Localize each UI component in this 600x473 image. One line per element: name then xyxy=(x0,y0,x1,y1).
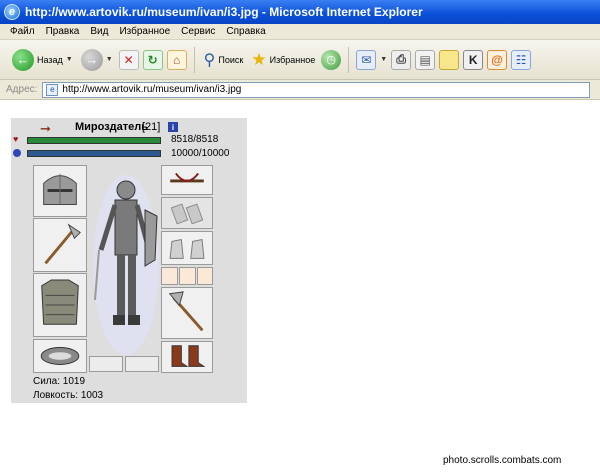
boots-icon xyxy=(171,345,206,367)
address-input[interactable]: e http://www.artovik.ru/museum/ivan/i3.j… xyxy=(42,81,590,98)
star-icon: ★ xyxy=(251,49,267,69)
character-panel: ➞ Мироздатель [21] i ♥ 8518/8518 10000/1… xyxy=(11,118,247,403)
character-level: [21] xyxy=(142,121,161,133)
health-bar xyxy=(27,137,161,144)
browser-toolbar: ← Назад ▼ → ▼ ✕ ↻ ⌂ ⚲ Поиск ★ Избранное … xyxy=(0,40,600,80)
agility-stat: Ловкость: 1003 xyxy=(33,390,104,401)
heart-icon: ♥ xyxy=(13,134,19,144)
address-label: Адрес: xyxy=(6,84,38,95)
at-email-icon[interactable]: @ xyxy=(487,49,508,70)
character-figure xyxy=(91,170,161,360)
ring-slot-a xyxy=(161,267,178,285)
forward-arrow-icon: → xyxy=(80,48,103,71)
helmet-icon xyxy=(43,173,77,205)
menu-view[interactable]: Вид xyxy=(90,26,108,37)
refresh-icon[interactable]: ↻ xyxy=(142,49,163,70)
internet-explorer-icon: e xyxy=(4,4,20,20)
back-dropdown-icon[interactable]: ▼ xyxy=(66,56,73,63)
back-arrow-icon: ← xyxy=(12,48,34,71)
info-icon: i xyxy=(168,122,178,132)
forward-dropdown-icon[interactable]: ▼ xyxy=(106,56,113,63)
menu-file[interactable]: Файл xyxy=(10,26,35,37)
bracer-icon xyxy=(170,203,204,225)
helmet-slot xyxy=(33,165,87,217)
print-icon[interactable]: ⎙ xyxy=(391,49,412,70)
belt-slot xyxy=(33,339,87,373)
search-button-label: Поиск xyxy=(218,54,244,65)
favorites-button-label: Избранное xyxy=(269,54,316,65)
ring-slot-b xyxy=(179,267,196,285)
mail-dropdown-icon[interactable]: ▼ xyxy=(380,56,387,63)
gloves-slot xyxy=(161,231,213,265)
mana-value: 10000/10000 xyxy=(171,148,230,159)
battle-axe-icon xyxy=(168,291,204,332)
toolbar-separator xyxy=(193,46,195,73)
k-app-icon[interactable]: K xyxy=(463,49,484,70)
menu-favorites[interactable]: Избранное xyxy=(119,26,170,37)
menu-bar: Файл Правка Вид Избранное Сервис Справка xyxy=(0,24,600,40)
edit-page-icon[interactable]: ▤ xyxy=(415,49,436,70)
mana-icon xyxy=(13,149,21,157)
axe-icon xyxy=(44,223,81,265)
window-title-bar: e http://www.artovik.ru/museum/ivan/i3.j… xyxy=(0,0,600,24)
mail-icon[interactable]: ✉ xyxy=(356,49,377,70)
watermark: photo.scrolls.combats.com xyxy=(443,455,562,466)
weapon-left-slot xyxy=(33,218,87,272)
weapon-right-slot xyxy=(161,287,213,339)
menu-tools[interactable]: Сервис xyxy=(181,26,215,37)
address-bar: Адрес: e http://www.artovik.ru/museum/iv… xyxy=(0,80,600,100)
home-icon[interactable]: ⌂ xyxy=(166,49,187,70)
favorites-button[interactable]: ★ Избранное xyxy=(249,48,317,72)
ring-slot-2 xyxy=(125,356,159,372)
crossbow-icon xyxy=(170,172,204,183)
ring-slot-c xyxy=(197,267,213,285)
forward-button[interactable]: → ▼ xyxy=(79,47,115,73)
strength-stat: Сила: 1019 xyxy=(33,376,86,387)
messenger-icon[interactable]: ☷ xyxy=(511,49,532,70)
menu-edit[interactable]: Правка xyxy=(46,26,80,37)
back-button[interactable]: ← Назад ▼ xyxy=(10,47,75,73)
toolbar-separator xyxy=(348,46,350,73)
armor-slot xyxy=(33,273,87,337)
search-button[interactable]: ⚲ Поиск xyxy=(202,48,246,72)
window-title: http://www.artovik.ru/museum/ivan/i3.jpg… xyxy=(25,5,423,19)
history-icon[interactable]: ◷ xyxy=(321,49,342,70)
health-value: 8518/8518 xyxy=(171,134,219,145)
belt-icon xyxy=(40,347,80,365)
menu-help[interactable]: Справка xyxy=(226,26,265,37)
page-icon: e xyxy=(46,83,59,96)
bracers-slot xyxy=(161,197,213,229)
ring-slot-1 xyxy=(89,356,123,372)
knight-figure-icon xyxy=(93,175,159,355)
character-name: Мироздатель xyxy=(75,121,149,133)
arrow-icon: ➞ xyxy=(40,121,51,136)
back-button-label: Назад xyxy=(37,54,63,65)
address-url: http://www.artovik.ru/museum/ivan/i3.jpg xyxy=(62,84,242,95)
boots-slot xyxy=(161,341,213,373)
stop-icon[interactable]: ✕ xyxy=(118,49,139,70)
mana-bar xyxy=(27,150,161,157)
amulet-slot xyxy=(161,165,213,195)
notes-icon[interactable] xyxy=(439,49,460,70)
chest-armor-icon xyxy=(41,279,79,325)
magnifier-icon: ⚲ xyxy=(203,51,216,69)
gloves-icon xyxy=(169,238,205,259)
